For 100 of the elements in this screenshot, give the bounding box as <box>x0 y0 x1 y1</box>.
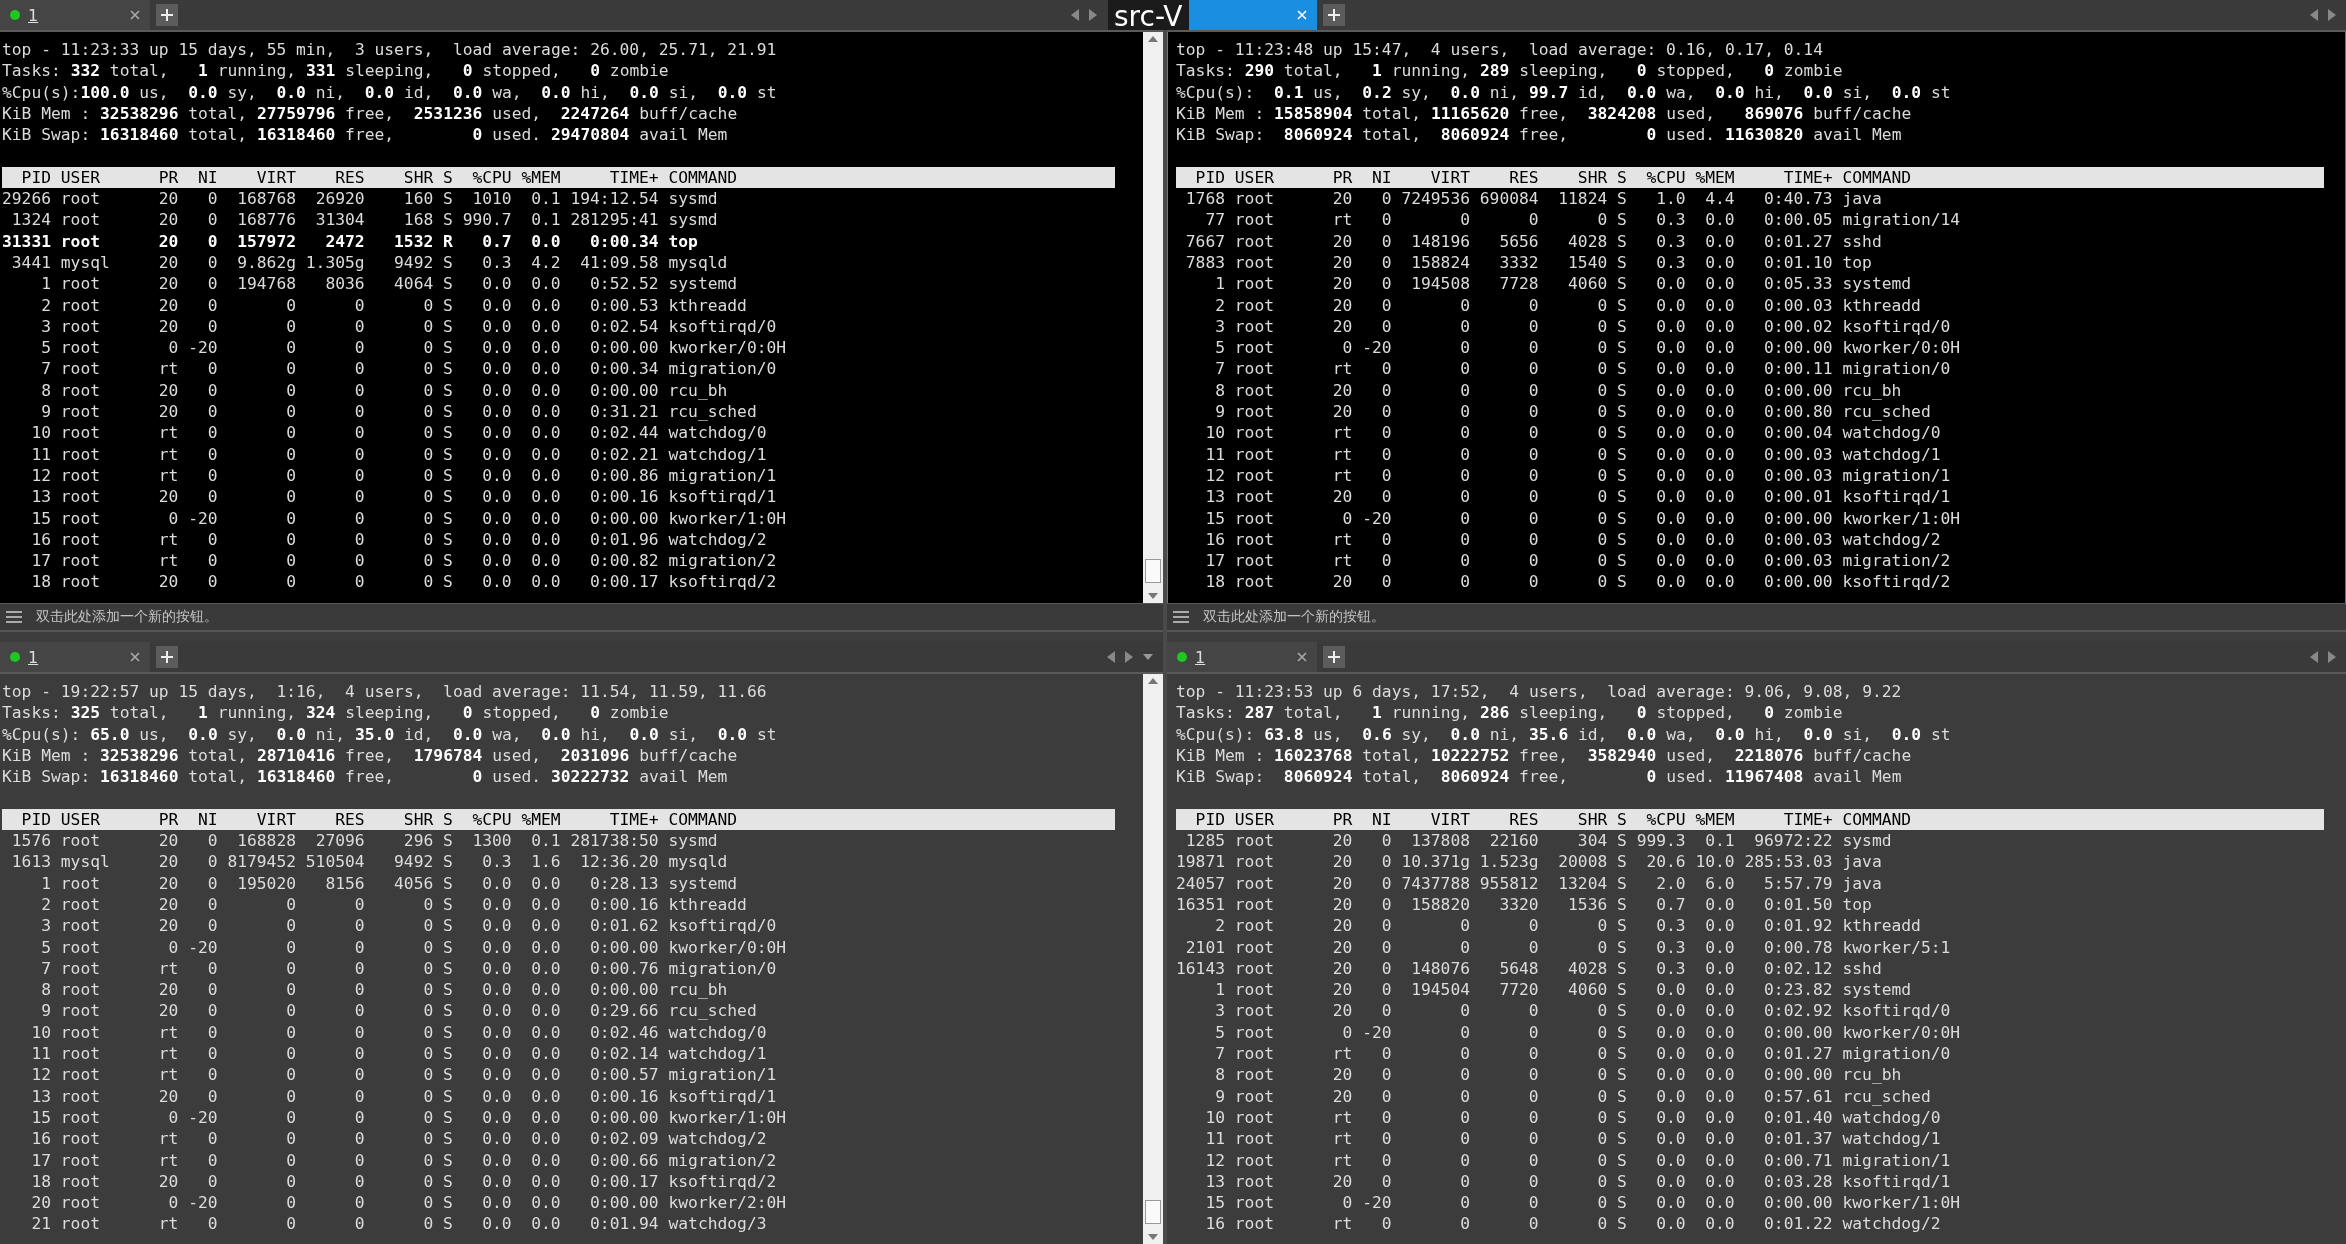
table-cell: 0.0 <box>1656 1213 1686 1235</box>
table-cell: 11 <box>31 1043 51 1065</box>
table-cell: 8156 <box>325 872 365 894</box>
scroll-thumb[interactable] <box>1145 559 1161 583</box>
table-cell: 0 <box>1381 1213 1392 1235</box>
column-header: NI <box>198 808 218 831</box>
table-cell: 0 <box>286 1213 297 1235</box>
table-cell: 0.0 <box>1656 294 1686 316</box>
table-cell: 0:01.62 <box>590 915 659 937</box>
table-cell: S <box>1617 315 1627 338</box>
column-header: %CPU <box>472 166 512 189</box>
column-header: PR <box>1332 808 1353 831</box>
new-tab-button[interactable] <box>1323 4 1345 26</box>
table-cell: 7728 <box>1499 273 1539 295</box>
table-cell: 31331 <box>2 230 51 252</box>
right-arrow-icon[interactable] <box>1125 651 1133 663</box>
new-tab-button[interactable] <box>156 4 178 26</box>
table-cell: 0.0 <box>482 401 512 423</box>
table-cell: 0 <box>207 230 218 252</box>
table-cell: kthreadd <box>668 294 747 316</box>
table-cell: 0 <box>207 379 218 402</box>
up-arrow-icon[interactable] <box>1148 36 1158 42</box>
table-cell: 0 <box>1381 379 1392 402</box>
table-cell: 0 <box>354 401 365 423</box>
left-arrow-icon[interactable] <box>1071 9 1079 21</box>
table-cell: rt <box>1332 1149 1353 1171</box>
new-tab-button[interactable] <box>156 646 178 668</box>
table-cell: 2 <box>1215 915 1225 937</box>
table-cell: 0 <box>423 337 434 359</box>
table-cell: rt <box>158 443 179 465</box>
table-cell: 2 <box>41 893 51 916</box>
table-cell: 0.0 <box>531 337 561 359</box>
table-cell: 0 <box>1597 1128 1608 1150</box>
terminal-tab[interactable]: 1 <box>0 0 150 30</box>
right-arrow-icon[interactable] <box>1089 9 1097 21</box>
table-cell: 0 <box>423 936 434 958</box>
table-cell: S <box>1617 443 1627 465</box>
table-cell: rt <box>1332 528 1353 551</box>
scrollbar[interactable] <box>1143 674 1163 1244</box>
table-cell: root <box>60 893 100 916</box>
left-arrow-icon[interactable] <box>1107 651 1115 663</box>
table-cell: 0 <box>286 1170 297 1193</box>
table-cell: 7 <box>1215 358 1225 380</box>
table-cell: 0 <box>1528 1064 1539 1086</box>
table-cell: 7720 <box>1499 979 1539 1001</box>
down-arrow-icon[interactable] <box>1148 593 1158 599</box>
table-cell: watchdog/2 <box>1842 528 1941 551</box>
table-cell: 0 <box>1528 1128 1539 1150</box>
table-cell: kworker/1:0H <box>668 507 787 529</box>
table-cell: 0:00.57 <box>590 1064 659 1086</box>
scrollbar[interactable] <box>1143 32 1163 603</box>
column-header: TIME+ <box>609 808 659 831</box>
table-cell: 0.0 <box>531 1192 561 1214</box>
close-button[interactable] <box>130 10 140 20</box>
table-cell: 0 <box>286 486 297 508</box>
table-cell: 3 <box>1215 1000 1225 1022</box>
table-cell: 0 <box>207 1000 218 1022</box>
table-cell: 0 <box>1381 422 1392 444</box>
table-cell: 0 <box>1460 1064 1471 1086</box>
table-cell: kthreadd <box>1842 294 1921 316</box>
scroll-thumb[interactable] <box>1145 1200 1161 1224</box>
table-cell: 0:00.00 <box>590 379 659 402</box>
menu-icon[interactable] <box>6 611 22 623</box>
table-cell: 0.3 <box>1656 915 1686 937</box>
table-cell: 0 <box>1528 294 1539 316</box>
right-arrow-icon[interactable] <box>2328 651 2336 663</box>
menu-icon[interactable] <box>1173 611 1189 623</box>
table-cell: 0 <box>1597 486 1608 508</box>
summary-line: %Cpu(s): 65.0 us, 0.0 sy, 0.0 ni, 35.0 id, 0.0 wa, 0.0 hi, 0.0 si, 0.0 st <box>2 723 778 745</box>
close-button[interactable] <box>1297 652 1307 662</box>
column-header: %CPU <box>1646 808 1686 831</box>
table-cell: 0.0 <box>1656 571 1686 593</box>
up-arrow-icon[interactable] <box>1148 678 1158 684</box>
table-cell: 0 <box>1528 486 1539 508</box>
table-cell: 0 <box>207 1064 218 1086</box>
terminal-tab[interactable]: 1 <box>1167 642 1317 672</box>
left-arrow-icon[interactable] <box>2310 651 2318 663</box>
table-cell: kworker/5:1 <box>1842 936 1951 958</box>
table-cell: migration/0 <box>1842 1043 1951 1065</box>
table-cell: 0 <box>1597 401 1608 423</box>
table-cell: 13204 <box>1558 872 1608 894</box>
column-header: USER <box>60 808 100 831</box>
table-cell: 0 <box>1528 550 1539 572</box>
down-arrow-icon[interactable] <box>1148 1234 1158 1240</box>
caret-icon[interactable] <box>1143 654 1153 660</box>
table-cell: rcu_bh <box>1842 1064 1902 1086</box>
table-cell: 0 <box>1528 1000 1539 1022</box>
terminal-tab[interactable]: 1 <box>0 642 150 672</box>
table-cell: 0.0 <box>482 1085 512 1107</box>
table-cell: 0.0 <box>1656 979 1686 1001</box>
close-button[interactable] <box>130 652 140 662</box>
new-tab-button[interactable] <box>1323 646 1345 668</box>
left-arrow-icon[interactable] <box>2310 9 2318 21</box>
table-cell: 0 <box>423 443 434 465</box>
right-arrow-icon[interactable] <box>2328 9 2336 21</box>
table-cell: root <box>60 486 100 508</box>
table-cell: 0 <box>1597 1192 1608 1214</box>
table-cell: 0 <box>286 1064 297 1086</box>
column-header: %MEM <box>1695 808 1735 831</box>
table-cell: migration/2 <box>668 550 777 572</box>
